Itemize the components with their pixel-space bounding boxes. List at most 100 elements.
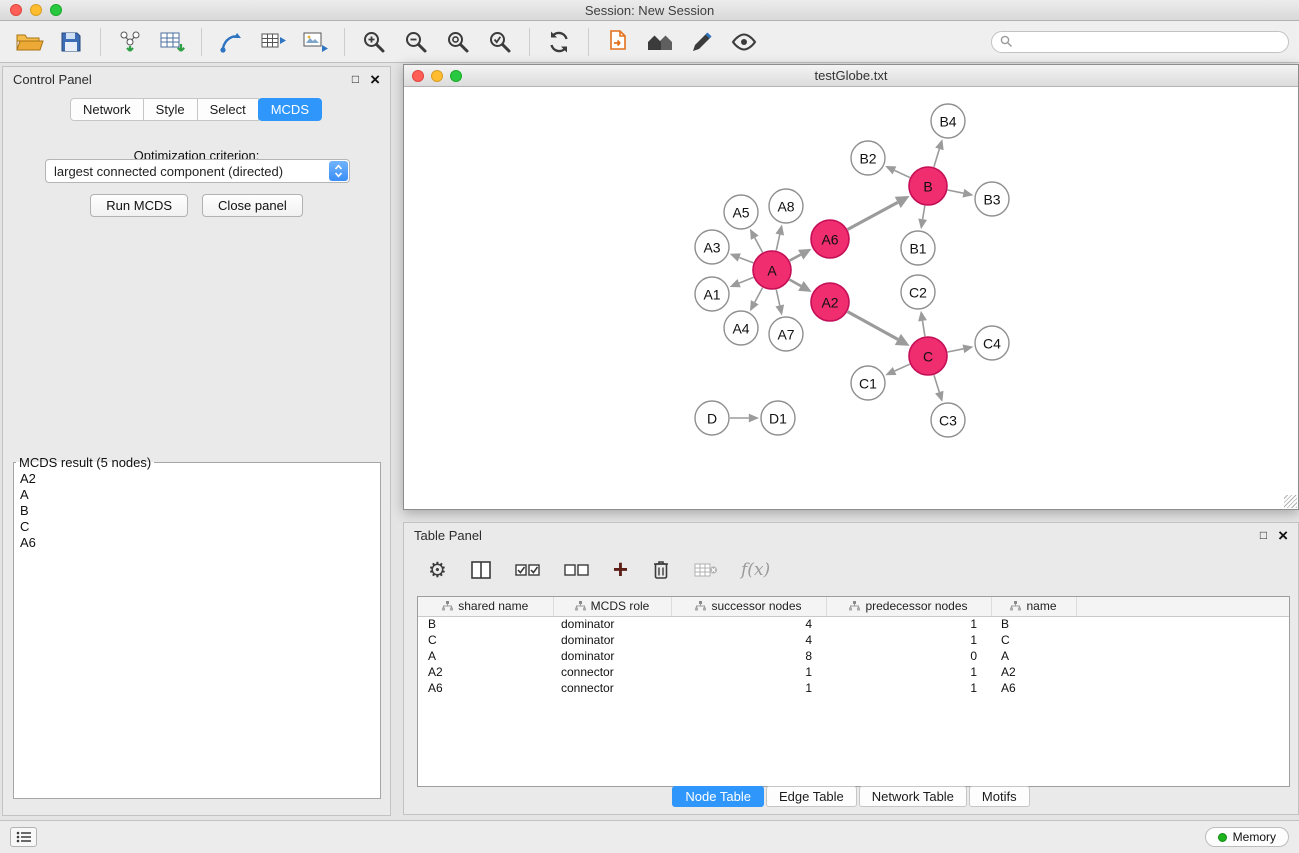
import-table-button[interactable] [154,24,190,60]
table-cell[interactable]: 0 [826,648,991,664]
graph-node-A5[interactable]: A5 [724,195,758,229]
save-session-button[interactable] [53,24,89,60]
table-cell[interactable]: A2 [991,664,1076,680]
graph-node-A2[interactable]: A2 [811,283,849,321]
table-cell[interactable]: connector [553,664,671,680]
graph-node-A8[interactable]: A8 [769,189,803,223]
table-cell[interactable]: dominator [553,648,671,664]
zoom-view-button[interactable] [450,70,462,82]
delete-column-button[interactable] [651,559,671,581]
table-cell[interactable]: 1 [671,664,826,680]
network-window-titlebar[interactable]: testGlobe.txt [404,65,1298,87]
network-graph[interactable]: B4B2BB3A8A5A6B1A3AC2A1A2A4A7C4CC1C3DD1 [404,87,1298,509]
graph-node-B4[interactable]: B4 [931,104,965,138]
memory-button[interactable]: Memory [1205,827,1289,847]
minimize-window-button[interactable] [30,4,42,16]
table-cell[interactable]: A2 [418,664,553,680]
list-item[interactable]: A6 [20,535,374,551]
deselect-all-button[interactable] [564,561,590,579]
network-canvas[interactable]: B4B2BB3A8A5A6B1A3AC2A1A2A4A7C4CC1C3DD1 [404,87,1298,509]
graph-node-A7[interactable]: A7 [769,317,803,351]
tab-motifs[interactable]: Motifs [969,786,1030,807]
tab-style[interactable]: Style [143,98,198,121]
table-cell[interactable]: A6 [991,680,1076,696]
table-cell[interactable]: A [991,648,1076,664]
close-window-button[interactable] [10,4,22,16]
zoom-selected-button[interactable] [482,24,518,60]
open-document-button[interactable] [600,24,636,60]
table-cell[interactable]: 8 [671,648,826,664]
refresh-button[interactable] [541,24,577,60]
table-cell[interactable]: 1 [826,632,991,648]
table-cell[interactable]: C [991,632,1076,648]
table-cell[interactable]: dominator [553,632,671,648]
select-all-button[interactable] [515,561,541,579]
zoom-fit-button[interactable] [440,24,476,60]
table-cell[interactable]: 1 [826,616,991,632]
close-view-button[interactable] [412,70,424,82]
table-cell[interactable]: A [418,648,553,664]
graph-node-A3[interactable]: A3 [695,230,729,264]
table-row[interactable]: A6connector11A6 [418,680,1289,696]
close-panel-icon[interactable]: × [370,71,380,88]
column-header[interactable]: name [991,597,1076,616]
table-cell[interactable]: A6 [418,680,553,696]
annotation-button[interactable] [684,24,720,60]
table-cell[interactable]: 4 [671,632,826,648]
task-history-button[interactable] [10,827,37,847]
table-cell[interactable]: C [418,632,553,648]
zoom-out-button[interactable] [398,24,434,60]
table-row[interactable]: Cdominator41C [418,632,1289,648]
new-network-button[interactable] [213,24,249,60]
graph-node-C2[interactable]: C2 [901,275,935,309]
graph-node-D[interactable]: D [695,401,729,435]
table-row[interactable]: Bdominator41B [418,616,1289,632]
graph-node-B3[interactable]: B3 [975,182,1009,216]
search-field[interactable] [991,31,1289,53]
column-header[interactable]: predecessor nodes [826,597,991,616]
table-cell[interactable]: 1 [671,680,826,696]
graph-node-B2[interactable]: B2 [851,141,885,175]
delete-table-button[interactable] [694,561,718,579]
tab-mcds[interactable]: MCDS [258,98,322,121]
open-session-button[interactable] [11,24,47,60]
minimize-view-button[interactable] [431,70,443,82]
graph-node-B[interactable]: B [909,167,947,205]
table-cell[interactable]: connector [553,680,671,696]
graph-node-C3[interactable]: C3 [931,403,965,437]
zoom-window-button[interactable] [50,4,62,16]
graph-node-A4[interactable]: A4 [724,311,758,345]
function-builder-button[interactable]: f(x) [741,560,770,580]
table-cell[interactable]: B [991,616,1076,632]
list-item[interactable]: B [20,503,374,519]
resize-handle[interactable] [1284,495,1297,508]
tab-edge-table[interactable]: Edge Table [766,786,857,807]
graph-node-C[interactable]: C [909,337,947,375]
run-mcds-button[interactable]: Run MCDS [90,194,188,217]
table-row[interactable]: A2connector11A2 [418,664,1289,680]
add-column-button[interactable]: + [613,559,628,582]
column-header[interactable]: shared name [418,597,553,616]
table-cell[interactable]: 4 [671,616,826,632]
table-settings-button[interactable]: ⚙ [428,560,447,581]
graph-node-D1[interactable]: D1 [761,401,795,435]
graph-node-A1[interactable]: A1 [695,277,729,311]
import-network-button[interactable] [112,24,148,60]
table-cell[interactable]: 1 [826,680,991,696]
column-header[interactable]: MCDS role [553,597,671,616]
export-image-button[interactable] [297,24,333,60]
float-panel-icon[interactable]: □ [352,73,359,85]
network-from-table-button[interactable] [255,24,291,60]
graph-node-B1[interactable]: B1 [901,231,935,265]
graph-node-C1[interactable]: C1 [851,366,885,400]
graph-node-A[interactable]: A [753,251,791,289]
close-table-panel-icon[interactable]: × [1278,527,1288,544]
show-columns-button[interactable] [470,560,492,580]
mcds-result-list[interactable]: A2ABCA6 [16,470,378,796]
home-button[interactable] [642,24,678,60]
search-input[interactable] [1018,35,1280,49]
graph-node-C4[interactable]: C4 [975,326,1009,360]
float-table-panel-icon[interactable]: □ [1260,529,1267,541]
tab-node-table[interactable]: Node Table [672,786,764,807]
table-row[interactable]: Adominator80A [418,648,1289,664]
